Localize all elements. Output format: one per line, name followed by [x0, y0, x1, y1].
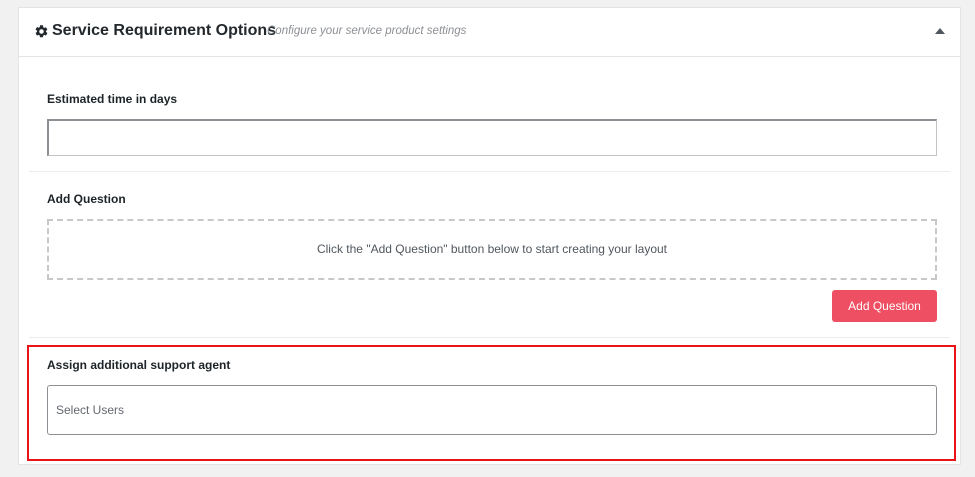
- add-question-button[interactable]: Add Question: [832, 290, 937, 322]
- estimated-time-input[interactable]: [47, 119, 937, 156]
- select-users-placeholder: Select Users: [56, 403, 125, 417]
- select-users-field[interactable]: Select Users: [47, 385, 937, 435]
- collapse-toggle-button[interactable]: [930, 23, 950, 41]
- dropzone-message: Click the "Add Question" button below to…: [316, 242, 668, 256]
- divider: [29, 171, 950, 172]
- service-requirement-panel: Service Requirement Options Configure yo…: [18, 7, 961, 465]
- panel-header[interactable]: Service Requirement Options Configure yo…: [19, 8, 960, 57]
- divider: [29, 337, 950, 338]
- gear-icon: [34, 24, 49, 39]
- panel-title: Service Requirement Options: [52, 22, 277, 39]
- support-agent-label: Assign additional support agent: [47, 358, 231, 372]
- estimated-time-label: Estimated time in days: [47, 92, 178, 106]
- caret-up-icon: [935, 28, 945, 34]
- panel-subtitle: Configure your service product settings: [267, 25, 467, 37]
- add-question-label: Add Question: [47, 192, 126, 206]
- question-dropzone: Click the "Add Question" button below to…: [47, 219, 937, 280]
